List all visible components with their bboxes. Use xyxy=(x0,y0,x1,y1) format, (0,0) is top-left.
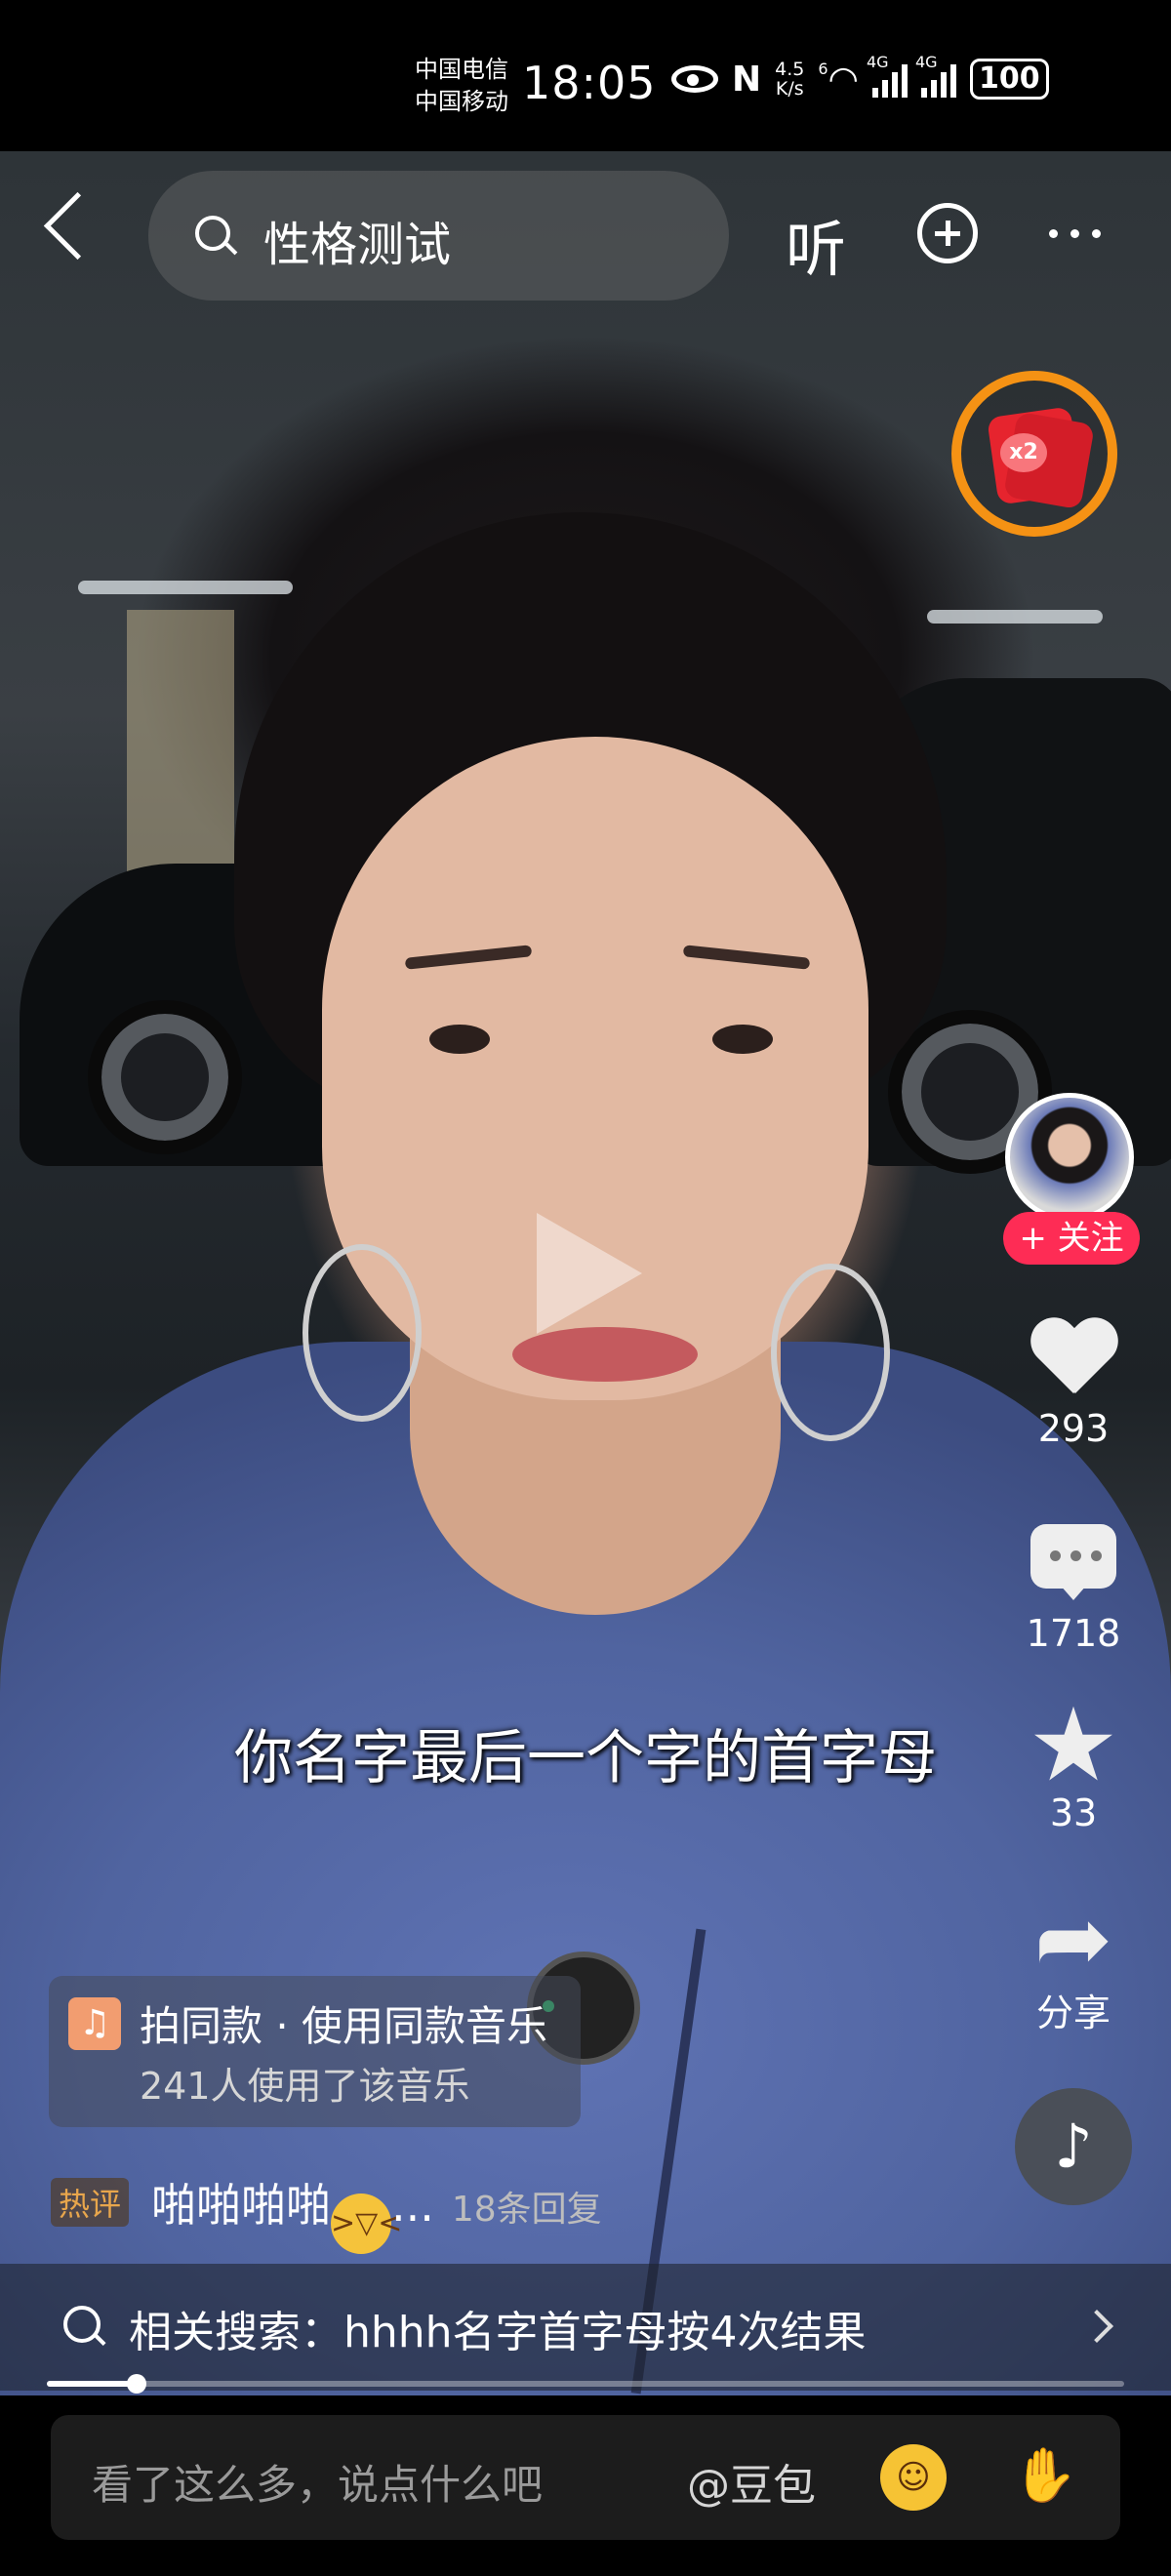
progress-fill xyxy=(47,2381,137,2387)
carrier-1: 中国电信 xyxy=(415,56,508,83)
wifi-icon: 6◠ xyxy=(818,59,859,100)
share-icon: ➦ xyxy=(1033,1884,1113,1993)
comment-placeholder: 看了这么多，说点什么吧 xyxy=(92,2461,544,2509)
share-label: 分享 xyxy=(1035,1992,1110,2034)
multiplier-badge: x2 xyxy=(1000,433,1047,472)
red-packet-widget[interactable]: x2 xyxy=(951,371,1117,537)
comment-count: 1718 xyxy=(1026,1612,1121,1655)
comment-input[interactable]: 看了这么多，说点什么吧 @豆包 ☺ ✋ xyxy=(51,2415,1120,2540)
chevron-right-icon xyxy=(1080,2310,1113,2343)
laughing-emoji-icon: >▽< xyxy=(331,2194,402,2254)
like-count: 293 xyxy=(1037,1407,1110,1450)
eye-icon xyxy=(671,65,718,93)
share-button[interactable]: ➦ 分享 xyxy=(995,1884,1151,2036)
reply-count[interactable]: 18条回复 xyxy=(452,2190,602,2230)
carrier-2: 中国移动 xyxy=(415,88,508,115)
more-icon[interactable] xyxy=(1049,229,1101,238)
related-search-text: 相关搜索：hhhh名字首字母按4次结果 xyxy=(129,2308,867,2357)
video-subtitle: 你名字最后一个字的首字母 xyxy=(234,1724,937,1792)
net-speed-value: 4.5 xyxy=(775,59,805,80)
search-icon xyxy=(63,2306,101,2343)
hot-comment-tag: 热评 xyxy=(51,2178,130,2227)
play-icon[interactable] xyxy=(537,1213,642,1334)
comment-icon xyxy=(1030,1524,1116,1600)
bottom-bar: 看了这么多，说点什么吧 @豆包 ☺ ✋ xyxy=(0,2395,1171,2576)
status-icons: N 4.5 K/s 6◠ 4G 4G 100 xyxy=(671,53,1049,100)
eye-right xyxy=(712,1025,773,1054)
back-icon[interactable] xyxy=(43,191,112,261)
heart-icon xyxy=(1029,1319,1118,1399)
earring-right xyxy=(771,1264,890,1441)
signal-icon: 4G xyxy=(867,53,908,98)
listen-button[interactable]: 听 xyxy=(786,200,846,288)
emoji-icon[interactable]: ☺ xyxy=(880,2444,947,2511)
earring-left xyxy=(303,1244,422,1422)
like-button[interactable]: 293 xyxy=(995,1319,1151,1450)
top-nav: 性格测试 听 xyxy=(0,171,1171,307)
status-bar: 中国电信 中国移动 18:05 N 4.5 K/s 6◠ 4G 4G 100 xyxy=(0,0,1171,151)
use-music-card[interactable]: ♫ 拍同款 · 使用同款音乐 241人使用了该音乐 xyxy=(49,1976,581,2127)
favorite-count: 33 xyxy=(1049,1791,1098,1834)
video-progress-bar[interactable] xyxy=(47,2374,1124,2394)
plus-icon[interactable] xyxy=(917,203,978,263)
hot-comment-ellipsis: ... xyxy=(391,2179,434,2232)
battery-icon: 100 xyxy=(969,59,1049,100)
music-disc-icon[interactable]: ♪ xyxy=(1015,2088,1132,2205)
gesture-emoji-icon[interactable]: ✋ xyxy=(1012,2444,1077,2507)
follow-button[interactable]: + 关注 xyxy=(1003,1212,1140,1265)
hot-comment-text: 啪啪啪啪 xyxy=(151,2179,331,2232)
car-wheel xyxy=(88,1000,242,1154)
signal-tag-1: 4G xyxy=(866,53,889,71)
eye-left xyxy=(429,1025,490,1054)
wifi-tag: 6 xyxy=(818,59,828,78)
carrier-info: 中国电信 中国移动 xyxy=(415,54,508,118)
nfc-icon: N xyxy=(732,59,762,100)
search-query: 性格测试 xyxy=(263,218,452,272)
ceiling-light xyxy=(927,610,1103,624)
net-speed: 4.5 K/s xyxy=(775,60,804,99)
progress-knob[interactable] xyxy=(126,2374,146,2394)
ceiling-light xyxy=(78,581,293,594)
music-note-icon: ♫ xyxy=(68,1997,121,2050)
use-music-label: 拍同款 · 使用同款音乐 xyxy=(140,2002,548,2050)
mention-button[interactable]: @豆包 xyxy=(687,2450,816,2513)
signal-tag-2: 4G xyxy=(914,53,938,71)
avatar[interactable] xyxy=(1005,1093,1134,1222)
hot-comment[interactable]: 啪啪啪啪>▽<... 18条回复 xyxy=(151,2170,602,2254)
clock: 18:05 xyxy=(522,57,657,109)
related-search-bar[interactable]: 相关搜索：hhhh名字首字母按4次结果 xyxy=(0,2264,1171,2391)
net-speed-unit: K/s xyxy=(775,78,804,100)
person-lips xyxy=(512,1327,698,1382)
music-usage-count: 241人使用了该音乐 xyxy=(140,2065,470,2108)
search-bar[interactable]: 性格测试 xyxy=(148,171,729,301)
search-icon xyxy=(195,216,230,251)
comment-button[interactable]: 1718 xyxy=(995,1524,1151,1655)
signal-icon-2: 4G xyxy=(915,53,956,98)
